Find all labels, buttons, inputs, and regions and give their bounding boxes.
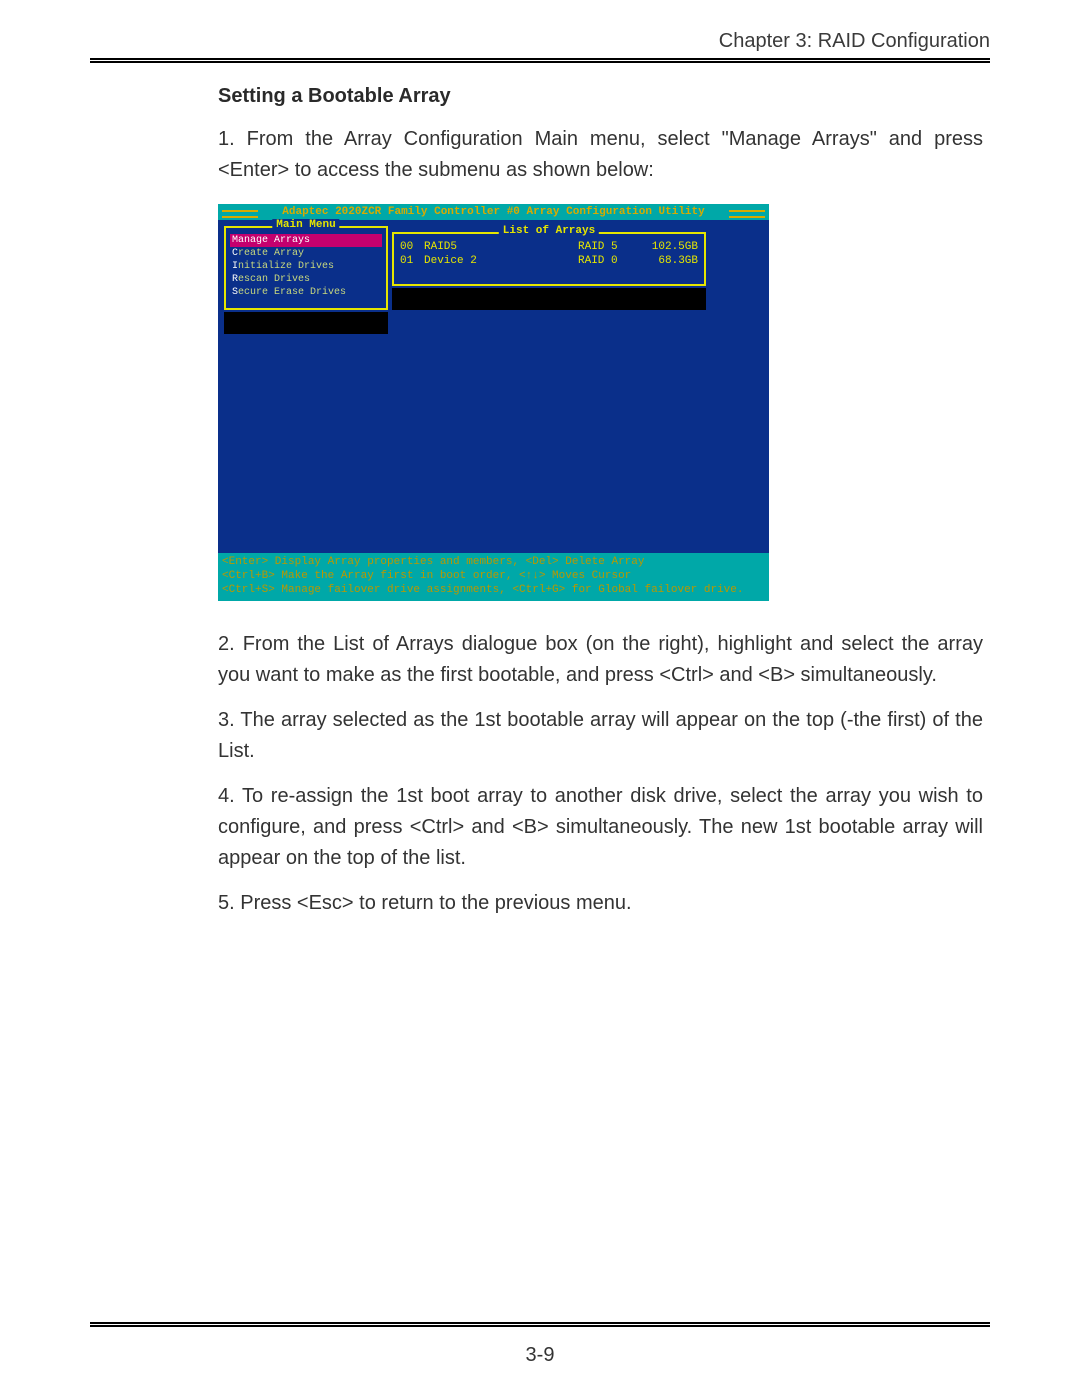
menu-secure-erase-drives[interactable]: Secure Erase Drives bbox=[230, 286, 382, 299]
menu-create-array[interactable]: Create Array bbox=[230, 247, 382, 260]
main-menu-label: Main Menu bbox=[272, 219, 339, 231]
header-rule bbox=[90, 58, 990, 63]
help-line-3: <Ctrl+S> Manage failover drive assignmen… bbox=[222, 583, 765, 597]
step-5: 5. Press <Esc> to return to the previous… bbox=[218, 888, 983, 919]
step-4: 4. To re-assign the 1st boot array to an… bbox=[218, 781, 983, 874]
menu-manage-arrays[interactable]: Manage Arrays bbox=[230, 234, 382, 247]
main-menu-panel: Main Menu Manage Arrays Create Array Ini… bbox=[224, 226, 388, 310]
list-of-arrays-panel: List of Arrays 00 RAID5 RAID 5 102.5GB 0… bbox=[392, 232, 706, 286]
step-3: 3. The array selected as the 1st bootabl… bbox=[218, 705, 983, 767]
footer-rule bbox=[90, 1322, 990, 1327]
page: Chapter 3: RAID Configuration Setting a … bbox=[0, 0, 1080, 1397]
step-1: 1. From the Array Configuration Main men… bbox=[218, 124, 983, 186]
step-2: 2. From the List of Arrays dialogue box … bbox=[218, 629, 983, 691]
array-row-1[interactable]: 01 Device 2 RAID 0 68.3GB bbox=[400, 254, 698, 268]
bios-help-bar: <Enter> Display Array properties and mem… bbox=[218, 553, 769, 601]
bios-screenshot: Adaptec 2020ZCR Family Controller #0 Arr… bbox=[218, 204, 769, 601]
chapter-header: Chapter 3: RAID Configuration bbox=[90, 30, 990, 53]
content-column: Setting a Bootable Array 1. From the Arr… bbox=[218, 85, 983, 933]
menu-initialize-drives[interactable]: Initialize Drives bbox=[230, 260, 382, 273]
menu-rescan-drives[interactable]: Rescan Drives bbox=[230, 273, 382, 286]
shadow-block-1 bbox=[224, 312, 388, 334]
shadow-block-2 bbox=[392, 288, 706, 310]
bios-title-bar: Adaptec 2020ZCR Family Controller #0 Arr… bbox=[218, 204, 769, 220]
page-number: 3-9 bbox=[0, 1344, 1080, 1367]
section-heading: Setting a Bootable Array bbox=[218, 85, 983, 108]
array-row-0[interactable]: 00 RAID5 RAID 5 102.5GB bbox=[400, 240, 698, 254]
help-line-2: <Ctrl+B> Make the Array first in boot or… bbox=[222, 569, 765, 583]
help-line-1: <Enter> Display Array properties and mem… bbox=[222, 555, 765, 569]
list-of-arrays-label: List of Arrays bbox=[499, 225, 599, 237]
